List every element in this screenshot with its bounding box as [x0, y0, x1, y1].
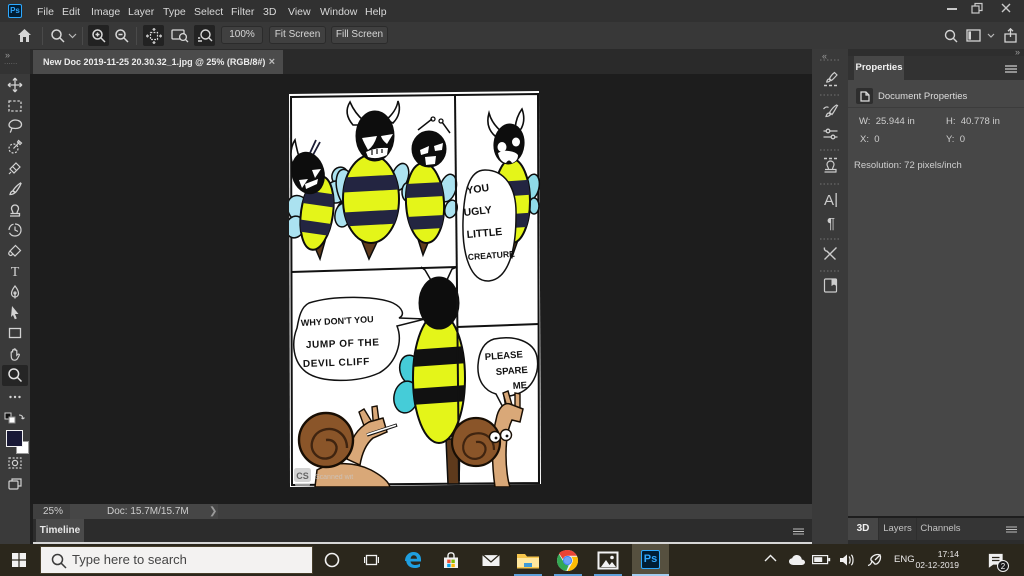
svg-text:¶: ¶ — [827, 215, 835, 231]
svg-text:SPARE: SPARE — [495, 365, 528, 378]
svg-text:T: T — [11, 265, 20, 279]
svg-text:A: A — [824, 192, 834, 208]
svg-text:ME: ME — [512, 380, 527, 392]
svg-text:Scanned wit: Scanned wit — [315, 474, 353, 481]
svg-text:CS: CS — [296, 471, 309, 481]
svg-text:DEVIL CLIFF: DEVIL CLIFF — [303, 357, 370, 370]
